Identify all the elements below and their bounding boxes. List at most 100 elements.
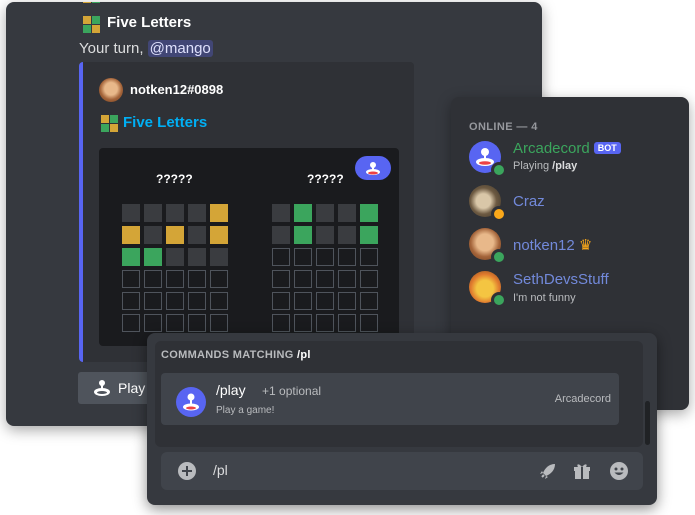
- letter-tile-yellow: [166, 226, 184, 244]
- letter-tile-empty: [188, 314, 206, 332]
- letter-tile-gray: [316, 226, 334, 244]
- author-avatar[interactable]: [99, 78, 123, 102]
- scrollbar[interactable]: [645, 401, 650, 445]
- command-name: /play: [216, 382, 246, 398]
- letter-tile-green: [122, 248, 140, 266]
- five-letters-icon-top: [83, 2, 100, 12]
- letter-tile-empty: [122, 292, 140, 310]
- gift-icon[interactable]: [572, 461, 592, 486]
- game-board-image: ????? ?????: [99, 148, 399, 346]
- activity-command: /play: [552, 160, 578, 172]
- letter-tile-gray: [272, 204, 290, 222]
- embed-author[interactable]: notken12#0898: [130, 82, 223, 97]
- turn-message: Your turn, @mango: [79, 40, 213, 57]
- rocket-icon[interactable]: [538, 461, 558, 486]
- letter-tile-gray: [210, 248, 228, 266]
- member-name: Arcadecord BOT: [513, 140, 621, 157]
- member-activity: Playing /play: [513, 160, 577, 172]
- arcadecord-icon: [92, 379, 112, 402]
- letter-tile-empty: [338, 314, 356, 332]
- letter-tile-empty: [316, 292, 334, 310]
- letter-tile-empty: [338, 248, 356, 266]
- five-letters-icon: [101, 115, 118, 132]
- letter-tile-empty: [294, 270, 312, 288]
- letter-tile-empty: [166, 292, 184, 310]
- letter-tile-empty: [360, 292, 378, 310]
- letter-tile-empty: [272, 248, 290, 266]
- letter-tile-empty: [294, 314, 312, 332]
- message-input-bar: /pl: [161, 452, 643, 490]
- letter-tile-gray: [188, 204, 206, 222]
- command-autocomplete: COMMANDS MATCHING /pl /play +1 optional …: [147, 333, 657, 505]
- letter-tile-yellow: [210, 204, 228, 222]
- crown-icon: ♛: [578, 237, 593, 254]
- letter-tile-empty: [144, 270, 162, 288]
- letter-tile-empty: [210, 292, 228, 310]
- member-item-sethdevsstuff[interactable]: SethDevsStuff I'm not funny: [451, 269, 689, 309]
- five-letters-icon: [83, 16, 100, 33]
- member-name-text: notken12: [513, 237, 575, 254]
- command-optional-count: +1 optional: [262, 384, 322, 398]
- letter-tile-yellow: [210, 226, 228, 244]
- command-description: Play a game!: [216, 405, 275, 416]
- idle-status-icon: [491, 206, 507, 222]
- letter-tile-gray: [166, 248, 184, 266]
- letter-tile-empty: [316, 270, 334, 288]
- letter-tile-empty: [360, 248, 378, 266]
- letter-tile-empty: [122, 314, 140, 332]
- commands-header: COMMANDS MATCHING /pl: [161, 349, 311, 361]
- letter-tile-green: [294, 204, 312, 222]
- letter-tile-empty: [316, 314, 334, 332]
- commands-header-query: /pl: [296, 349, 311, 361]
- bot-badge: BOT: [593, 142, 621, 154]
- member-item-arcadecord[interactable]: Arcadecord BOT Playing /play: [451, 139, 689, 179]
- letter-tile-empty: [188, 270, 206, 288]
- letter-tile-empty: [294, 292, 312, 310]
- letter-tile-empty: [210, 270, 228, 288]
- online-header: ONLINE — 4: [469, 121, 538, 133]
- turn-text: Your turn,: [79, 40, 148, 57]
- letter-tile-empty: [338, 270, 356, 288]
- member-item-craz[interactable]: Craz: [451, 185, 689, 222]
- member-custom-status: I'm not funny: [513, 292, 576, 304]
- letter-tile-empty: [316, 248, 334, 266]
- member-item-notken12[interactable]: notken12 ♛: [451, 228, 689, 265]
- online-status-icon: [491, 292, 507, 308]
- letter-tile-empty: [210, 314, 228, 332]
- plus-circle-icon[interactable]: [178, 462, 196, 480]
- left-player-word: ?????: [156, 172, 193, 186]
- letter-tile-empty: [122, 270, 140, 288]
- member-name: SethDevsStuff: [513, 271, 609, 288]
- game-embed: notken12#0898 Five Letters ????? ?????: [79, 62, 414, 362]
- letter-tile-green: [360, 226, 378, 244]
- letter-tile-gray: [122, 204, 140, 222]
- letter-tile-empty: [338, 292, 356, 310]
- letter-tile-yellow: [122, 226, 140, 244]
- letter-tile-gray: [188, 226, 206, 244]
- command-item-play[interactable]: /play +1 optional Play a game! Arcadecor…: [161, 373, 619, 425]
- emoji-smile-icon[interactable]: [609, 461, 629, 486]
- letter-tile-empty: [272, 314, 290, 332]
- letter-tile-green: [294, 226, 312, 244]
- play-button[interactable]: Play: [78, 372, 158, 404]
- command-app-name: Arcadecord: [554, 393, 611, 405]
- member-name: notken12 ♛: [513, 236, 592, 254]
- letter-tile-gray: [166, 204, 184, 222]
- letter-tile-empty: [360, 314, 378, 332]
- letter-tile-gray: [338, 226, 356, 244]
- letter-tile-green: [360, 204, 378, 222]
- right-player-word: ?????: [307, 172, 344, 186]
- letter-tile-gray: [316, 204, 334, 222]
- commands-header-text: COMMANDS MATCHING: [161, 349, 297, 361]
- embed-title[interactable]: Five Letters: [123, 114, 207, 131]
- letter-tile-empty: [294, 248, 312, 266]
- member-name: Craz: [513, 193, 545, 210]
- online-status-icon: [491, 249, 507, 265]
- arcadecord-logo-icon: [355, 156, 391, 180]
- letter-tile-empty: [144, 314, 162, 332]
- user-mention[interactable]: @mango: [147, 40, 213, 57]
- letter-tile-empty: [144, 292, 162, 310]
- message-input[interactable]: /pl: [213, 462, 228, 478]
- letter-tile-empty: [272, 270, 290, 288]
- letter-tile-gray: [338, 204, 356, 222]
